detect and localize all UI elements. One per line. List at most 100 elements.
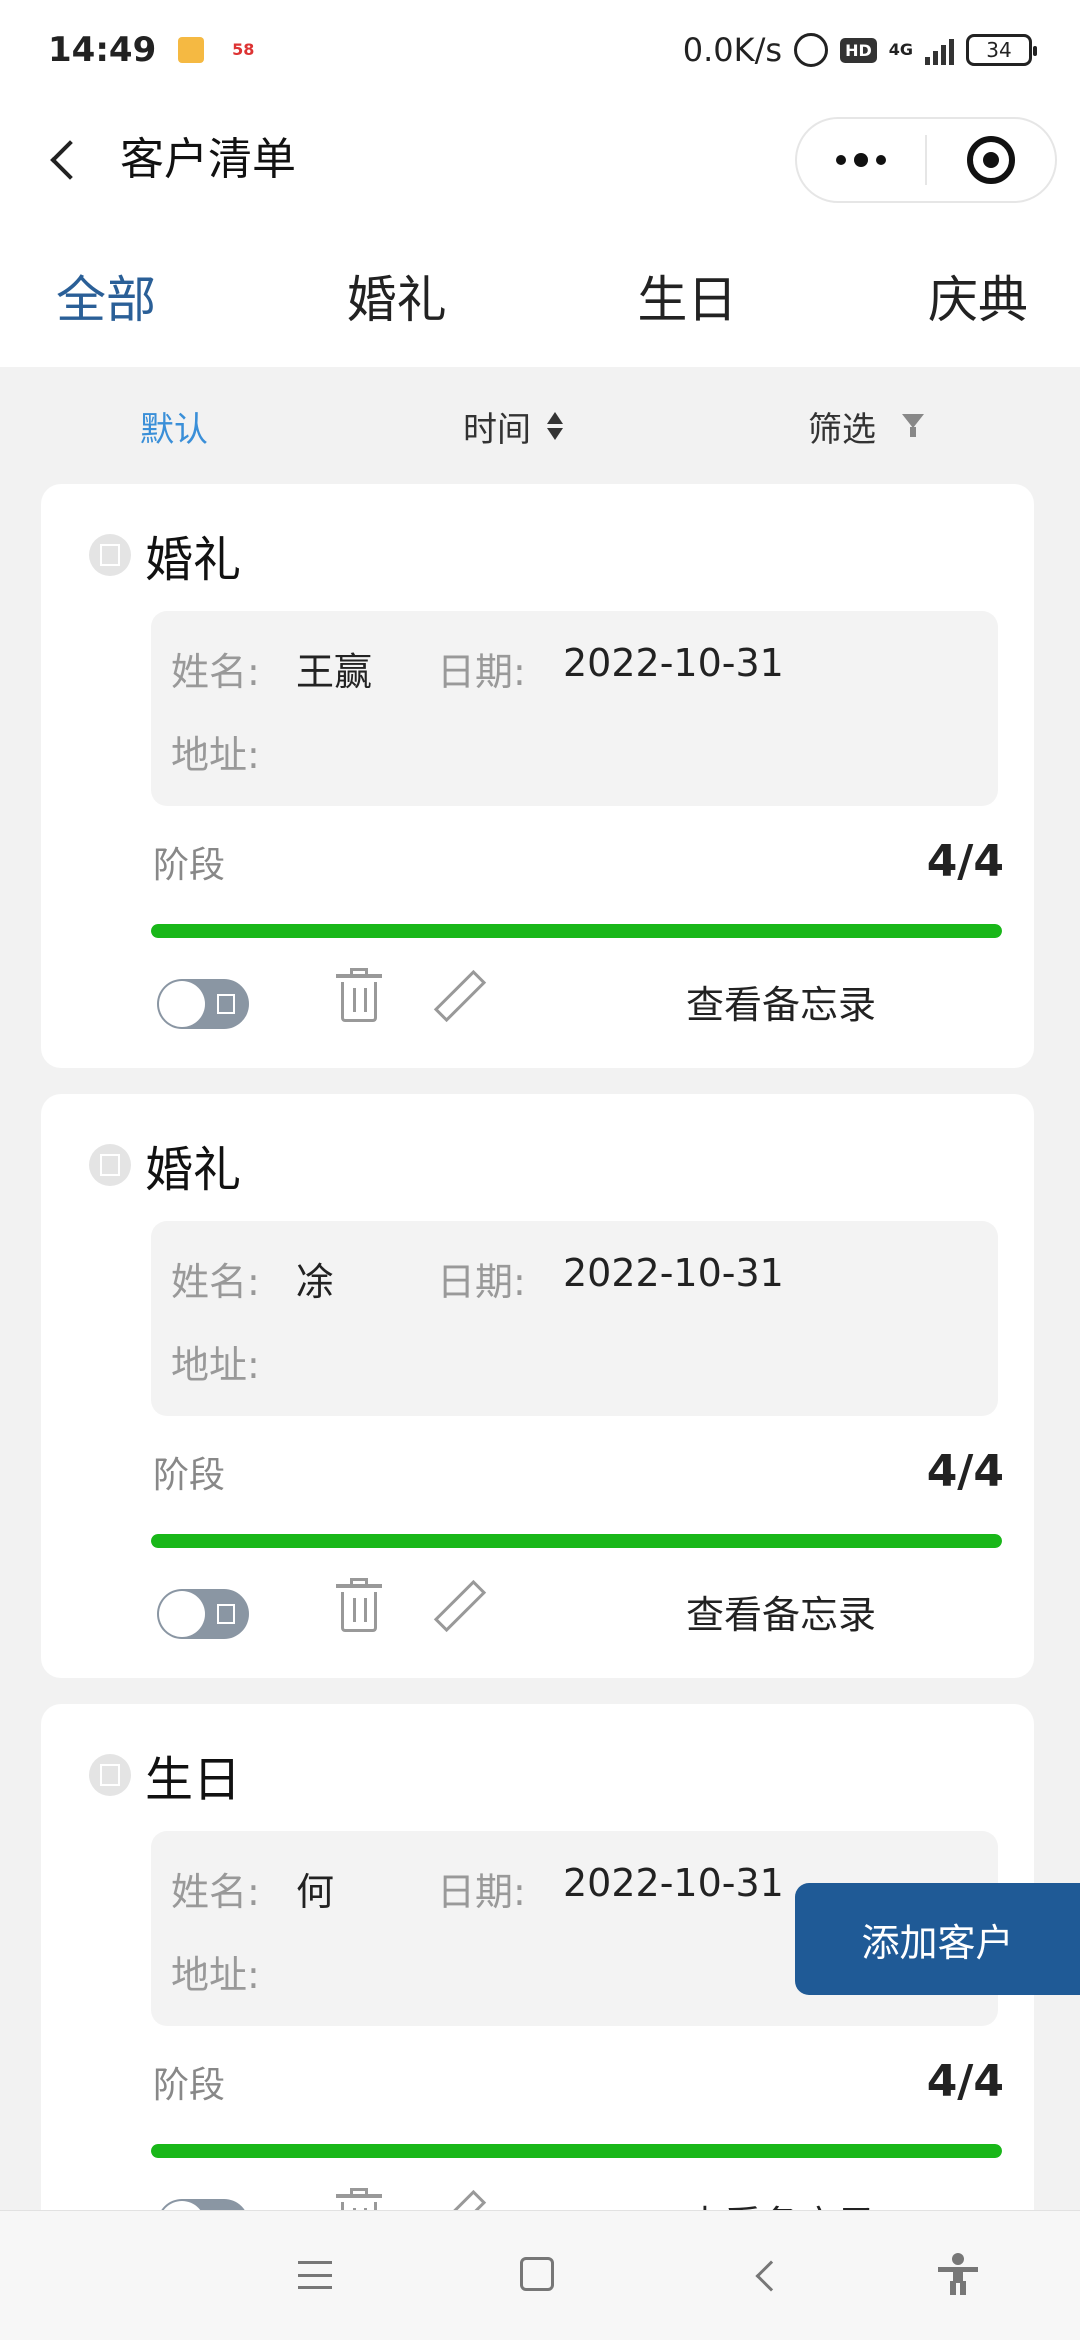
signal-icon: [925, 35, 954, 65]
stage-progress-bar: [151, 924, 1002, 938]
event-date: 2022-10-31: [563, 1861, 784, 1905]
card-header: 生日: [89, 1740, 241, 1810]
stage-label: 阶段: [153, 2065, 226, 2106]
customer-card[interactable]: 婚礼 姓名: 凃 日期: 2022-10-31 地址: 阶段 4/4 查看备忘录: [41, 1094, 1034, 1678]
more-button[interactable]: [797, 119, 925, 201]
image-placeholder-icon: [217, 994, 235, 1014]
status-toggle[interactable]: [157, 979, 249, 1029]
customer-name: 王赢: [296, 650, 373, 694]
event-type: 婚礼: [145, 1142, 242, 1198]
category-tabs: 全部 婚礼 生日 庆典: [0, 225, 1080, 367]
pencil-icon: [433, 1579, 487, 1633]
delete-button[interactable]: [334, 968, 384, 1028]
sort-filter-label: 筛选: [808, 409, 876, 450]
tab-all[interactable]: 全部: [56, 260, 156, 332]
customer-card[interactable]: 婚礼 姓名: 王赢 日期: 2022-10-31 地址: 阶段 4/4 查看备忘…: [41, 484, 1034, 1068]
alarm-icon: [794, 33, 829, 67]
toggle-knob: [159, 1591, 205, 1637]
target-icon: [966, 136, 1015, 184]
view-memo-button[interactable]: 查看备忘录: [686, 974, 876, 1029]
sort-default[interactable]: 默认: [140, 367, 208, 485]
name-label: 姓名:: [171, 650, 260, 694]
customer-name: 何: [296, 1870, 335, 1914]
stage-progress-bar: [151, 1534, 1002, 1548]
event-date: 2022-10-31: [563, 641, 784, 685]
status-left: 14:49 58: [48, 30, 260, 70]
miniprogram-capsule: [795, 117, 1057, 203]
stage-label: 阶段: [153, 1455, 226, 1496]
stage-value: 4/4: [926, 1446, 1004, 1497]
battery-level: 34: [986, 38, 1012, 62]
edit-button[interactable]: [433, 1576, 489, 1636]
toggle-knob: [159, 981, 205, 1027]
notification-note-icon: [178, 37, 205, 63]
address-label: 地址:: [171, 1343, 260, 1387]
back-arrow-icon: [50, 140, 90, 180]
date-label: 日期:: [437, 650, 526, 694]
card-header: 婚礼: [89, 520, 241, 590]
tab-celebration[interactable]: 庆典: [928, 260, 1028, 332]
more-dot-icon: [854, 153, 868, 167]
image-placeholder-icon: [89, 534, 131, 576]
network-type: 4G: [888, 40, 913, 59]
sort-time[interactable]: 时间: [463, 367, 563, 485]
address-label: 地址:: [171, 1953, 260, 1997]
date-label: 日期:: [437, 1260, 526, 1304]
address-label: 地址:: [171, 733, 260, 777]
status-toggle[interactable]: [157, 1589, 249, 1639]
event-type: 婚礼: [145, 532, 242, 588]
customer-card[interactable]: 生日 姓名: 何 日期: 2022-10-31 地址: 阶段 4/4 查看备忘录: [41, 1704, 1034, 2288]
status-time: 14:49: [48, 30, 157, 70]
battery-icon: 34: [966, 34, 1037, 66]
view-memo-button[interactable]: 查看备忘录: [686, 1584, 876, 1639]
page-title: 客户清单: [120, 134, 296, 185]
card-header: 婚礼: [89, 1130, 241, 1200]
stage-progress-bar: [151, 2144, 1002, 2158]
progress-fill: [151, 2144, 1002, 2158]
status-bar: 14:49 58 0.0K/s HD 4G 34: [0, 0, 1080, 100]
stage-value: 4/4: [926, 2056, 1004, 2107]
tab-wedding[interactable]: 婚礼: [347, 260, 447, 332]
info-box: 姓名: 王赢 日期: 2022-10-31 地址:: [151, 611, 998, 806]
pencil-icon: [433, 969, 487, 1023]
sort-default-label: 默认: [140, 409, 208, 450]
filter-icon: [902, 414, 924, 438]
sort-bar: 默认 时间 筛选: [0, 367, 1080, 485]
progress-fill: [151, 924, 1002, 938]
app-58-icon: 58: [232, 40, 255, 59]
name-label: 姓名:: [171, 1870, 260, 1914]
status-right: 0.0K/s HD 4G 34: [682, 31, 1037, 69]
tab-birthday[interactable]: 生日: [637, 260, 737, 332]
accessibility-icon[interactable]: [938, 2253, 978, 2295]
image-placeholder-icon: [89, 1144, 131, 1186]
name-label: 姓名:: [171, 1260, 260, 1304]
home-icon[interactable]: [520, 2257, 554, 2291]
system-nav-bar: [0, 2210, 1080, 2340]
customer-name: 凃: [296, 1260, 335, 1304]
event-type: 生日: [145, 1752, 242, 1808]
nav-bar: 客户清单: [0, 100, 1080, 225]
menu-icon[interactable]: [298, 2261, 332, 2289]
edit-button[interactable]: [433, 966, 489, 1026]
progress-fill: [151, 1534, 1002, 1548]
more-dot-icon: [836, 155, 846, 165]
hd-icon: HD: [840, 37, 877, 63]
net-speed: 0.0K/s: [682, 31, 783, 69]
image-placeholder-icon: [89, 1754, 131, 1796]
back-icon[interactable]: [755, 2260, 787, 2292]
close-miniprogram-button[interactable]: [927, 119, 1055, 201]
page: 14:49 58 0.0K/s HD 4G 34 客户清单 全部 婚礼 生日 庆…: [0, 0, 1080, 2340]
sort-time-label: 时间: [463, 409, 531, 450]
add-customer-button[interactable]: 添加客户: [795, 1883, 1080, 1995]
stage-value: 4/4: [926, 836, 1004, 887]
more-dot-icon: [876, 155, 886, 165]
date-label: 日期:: [437, 1870, 526, 1914]
image-placeholder-icon: [217, 1604, 235, 1624]
info-box: 姓名: 凃 日期: 2022-10-31 地址:: [151, 1221, 998, 1416]
sort-filter[interactable]: 筛选: [808, 367, 924, 485]
sort-arrows-icon: [547, 412, 563, 440]
delete-button[interactable]: [334, 1578, 384, 1638]
back-button[interactable]: [36, 130, 96, 190]
event-date: 2022-10-31: [563, 1251, 784, 1295]
stage-label: 阶段: [153, 845, 226, 886]
